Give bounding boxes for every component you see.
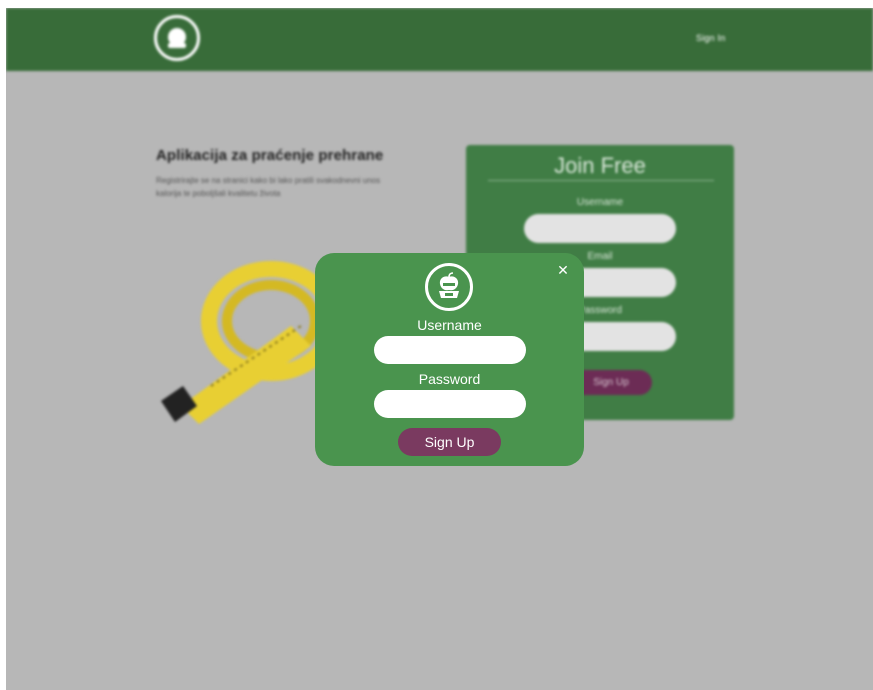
hero-description: Registrirajte se na stranici kako bi lak… <box>156 176 381 198</box>
password-input[interactable] <box>374 390 526 418</box>
password-label: Password <box>418 371 481 387</box>
apple-scale-logo-icon[interactable] <box>154 15 200 61</box>
join-free-title: Join Free <box>554 153 646 178</box>
signup-button[interactable]: Sign Up <box>398 428 501 456</box>
measuring-tape-image <box>161 261 341 424</box>
username-label: Username <box>417 317 482 333</box>
title-divider <box>488 180 714 181</box>
signin-link[interactable]: Sign In <box>696 33 725 43</box>
page: Sign In Aplikacija za praćenje prehrane … <box>6 8 873 690</box>
bg-username-field[interactable] <box>524 214 676 243</box>
apple-scale-logo-icon <box>425 263 473 311</box>
hero-title: Aplikacija za praćenje prehrane <box>156 147 384 164</box>
top-navigation-bar: Sign In <box>6 8 873 71</box>
close-icon[interactable]: ✕ <box>556 263 570 277</box>
username-input[interactable] <box>374 336 526 364</box>
bg-username-label: Username <box>576 197 624 208</box>
login-modal: ✕ Username Password Sign Up <box>315 253 584 466</box>
